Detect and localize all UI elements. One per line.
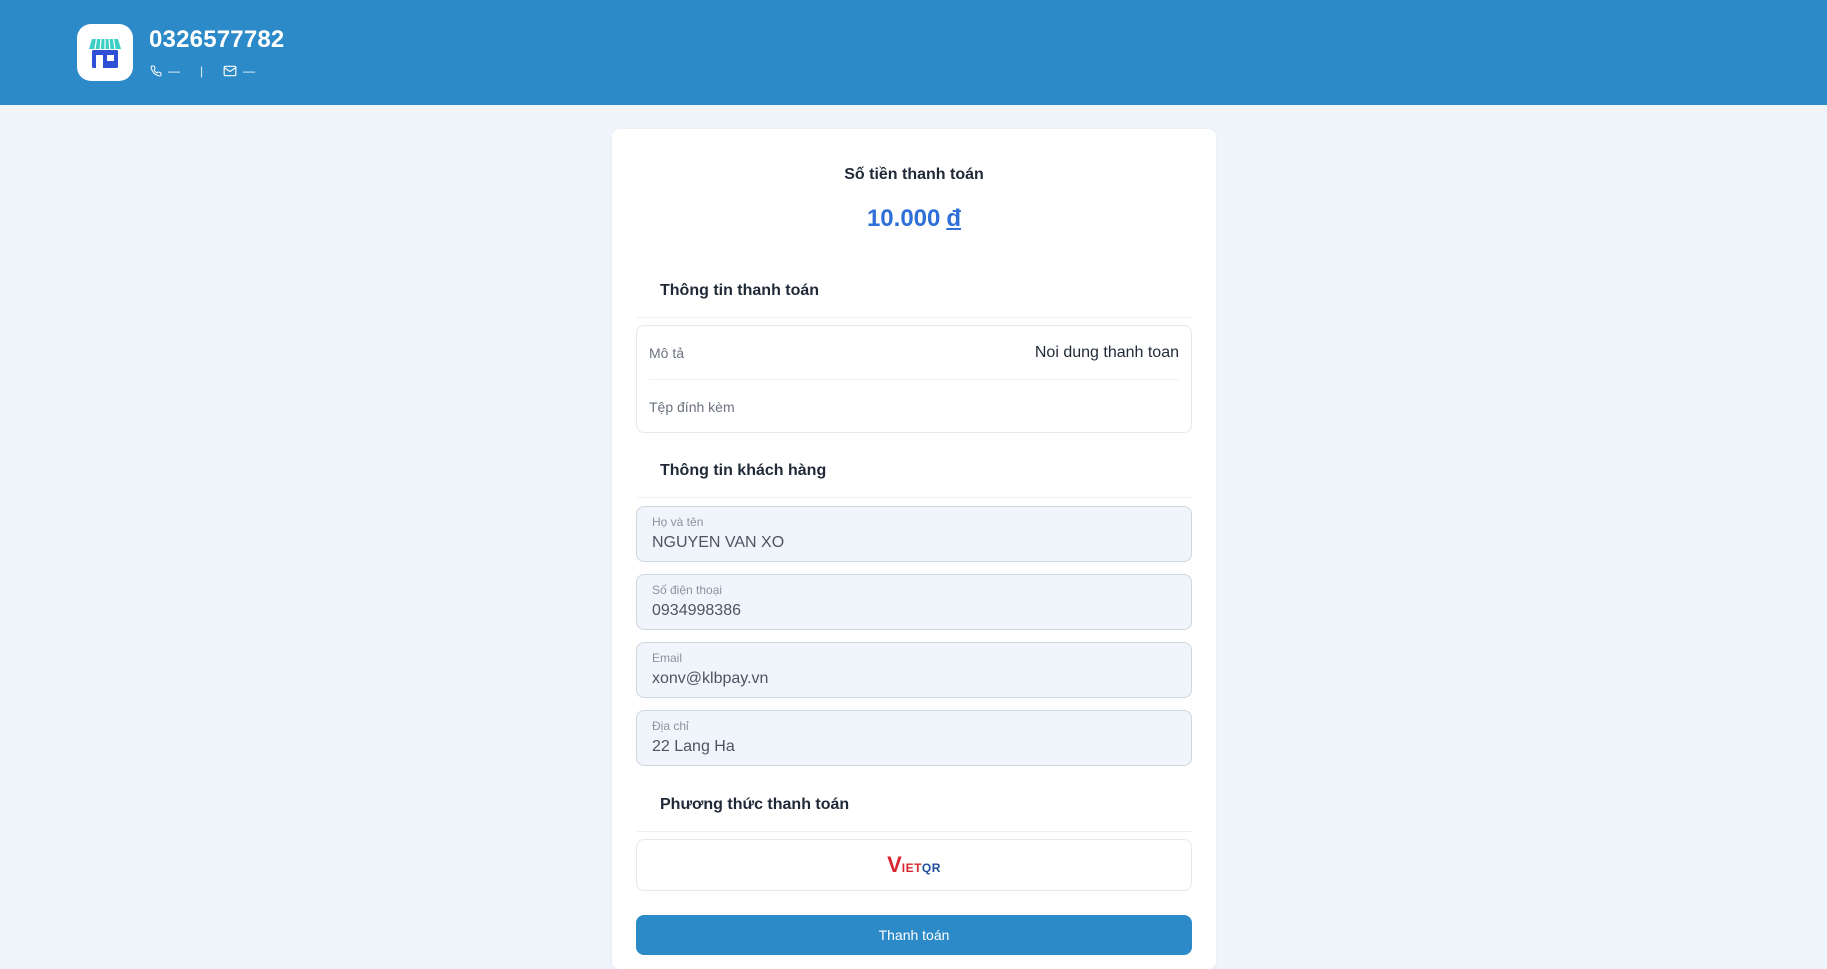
section-divider bbox=[636, 497, 1192, 498]
shop-name: 0326577782 bbox=[149, 26, 285, 53]
fullname-value[interactable]: NGUYEN VAN XO bbox=[652, 534, 784, 552]
phone-field[interactable]: Số điện thoại 0934998386 bbox=[636, 574, 1192, 630]
info-row-attachment: Tệp đính kèm bbox=[649, 380, 1179, 433]
pay-button[interactable]: Thanh toán bbox=[636, 915, 1192, 955]
payment-info-box: Mô tả Noi dung thanh toan Tệp đính kèm bbox=[636, 325, 1192, 433]
phone-text: — bbox=[168, 64, 180, 78]
store-logo bbox=[77, 24, 133, 81]
contact-info: — | — bbox=[150, 63, 255, 79]
customer-info-title: Thông tin khách hàng bbox=[660, 462, 827, 479]
payment-method-title: Phương thức thanh toán bbox=[660, 796, 850, 813]
address-value[interactable]: 22 Lang Ha bbox=[652, 738, 735, 756]
vietqr-method-option[interactable]: V IET QR bbox=[636, 839, 1192, 891]
section-divider bbox=[636, 317, 1192, 318]
phone-icon bbox=[150, 65, 162, 77]
phone-contact[interactable]: — bbox=[150, 64, 180, 78]
amount-value: 10.000 bbox=[866, 205, 941, 232]
currency-symbol: đ bbox=[946, 205, 962, 232]
top-header: 0326577782 — | — bbox=[0, 0, 1827, 105]
description-value: Noi dung thanh toan bbox=[1034, 343, 1179, 361]
email-field[interactable]: Email xonv@klbpay.vn bbox=[636, 642, 1192, 698]
email-value[interactable]: xonv@klbpay.vn bbox=[652, 670, 768, 688]
amount-label: Số tiền thanh toán bbox=[844, 166, 984, 183]
address-label: Địa chỉ bbox=[652, 719, 689, 733]
info-row-description: Mô tả Noi dung thanh toan bbox=[649, 326, 1179, 379]
phone-label: Số điện thoại bbox=[652, 583, 723, 597]
amount-display: 10.000 đ bbox=[612, 205, 1216, 233]
fullname-field[interactable]: Họ và tên NGUYEN VAN XO bbox=[636, 506, 1192, 562]
vietqr-logo: V IET QR bbox=[887, 852, 941, 877]
contact-separator: | bbox=[200, 64, 204, 78]
description-label: Mô tả bbox=[649, 344, 685, 361]
attachment-label: Tệp đính kèm bbox=[649, 398, 735, 415]
mail-icon bbox=[223, 65, 237, 77]
store-icon bbox=[89, 38, 121, 68]
email-label: Email bbox=[652, 651, 683, 665]
email-text: — bbox=[243, 64, 256, 78]
payment-info-title: Thông tin thanh toán bbox=[660, 282, 820, 299]
phone-value[interactable]: 0934998386 bbox=[652, 602, 741, 620]
email-contact[interactable]: — bbox=[223, 64, 255, 78]
fullname-label: Họ và tên bbox=[652, 515, 704, 529]
payment-card: Số tiền thanh toán 10.000 đ Thông tin tha… bbox=[612, 129, 1216, 969]
address-field[interactable]: Địa chỉ 22 Lang Ha bbox=[636, 710, 1192, 766]
section-divider bbox=[636, 831, 1192, 832]
